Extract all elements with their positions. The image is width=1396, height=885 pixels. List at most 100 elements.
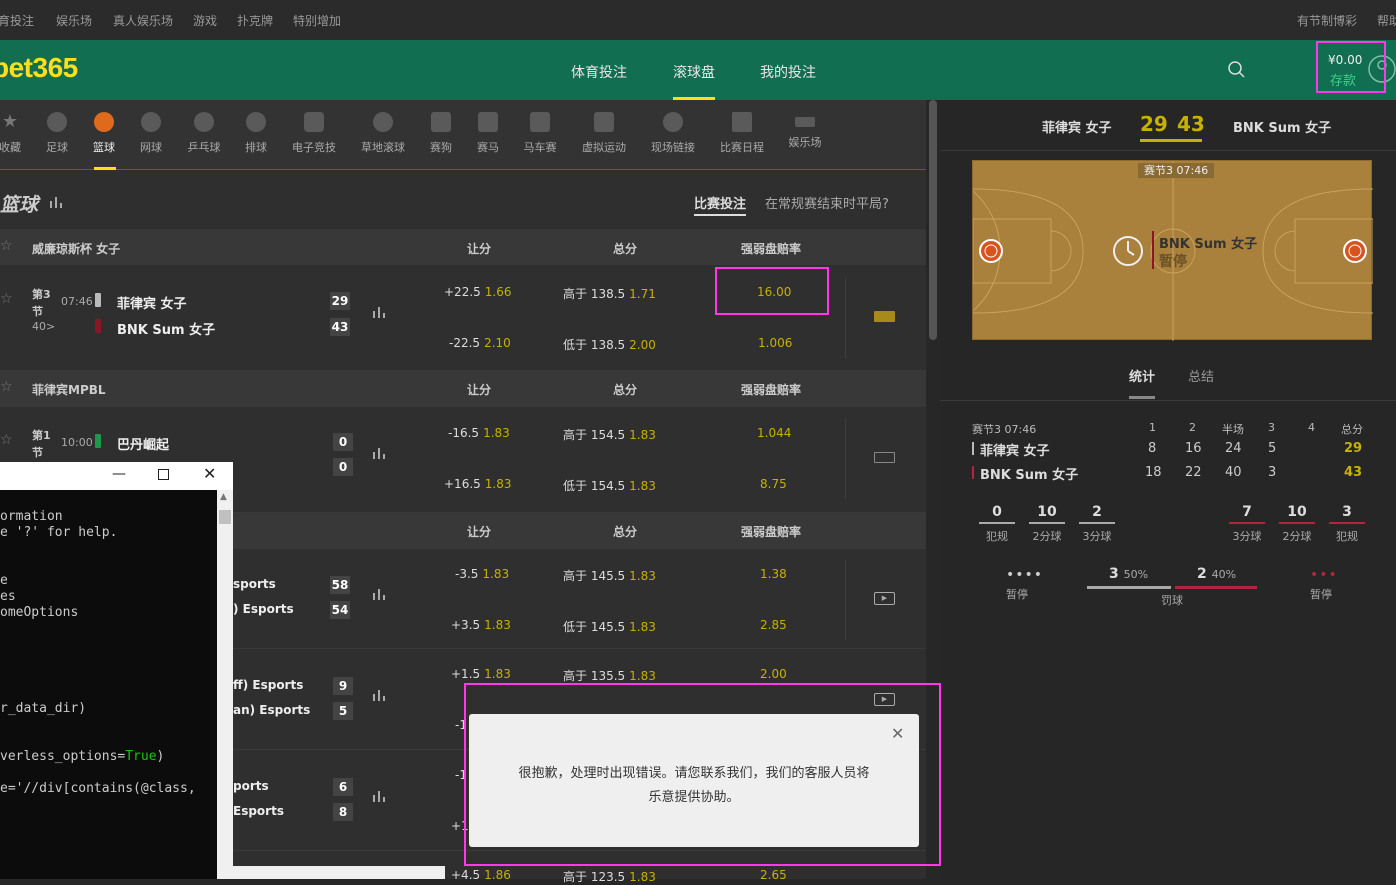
logo[interactable]: bet365 xyxy=(0,52,78,84)
tab-sports[interactable]: 体育投注 xyxy=(571,62,627,82)
play-icon[interactable]: ▶ xyxy=(874,592,895,605)
close-icon[interactable]: ✕ xyxy=(203,464,216,483)
market-count[interactable]: 40> xyxy=(32,320,55,333)
odds-cell[interactable]: 1.38 xyxy=(760,567,787,581)
odds-cell[interactable]: 低于 138.5 2.00 xyxy=(563,336,656,353)
star-icon[interactable]: ☆ xyxy=(0,379,13,395)
play-icon xyxy=(663,112,683,132)
odds-cell[interactable]: -22.5 2.10 xyxy=(449,336,511,350)
star-icon[interactable]: ☆ xyxy=(0,238,13,254)
timeout-clock-icon xyxy=(1113,236,1143,266)
odds-cell[interactable]: -3.5 1.83 xyxy=(455,567,509,581)
tab-in-play[interactable]: 滚球盘 xyxy=(673,62,715,82)
terminal-titlebar[interactable]: — ✕ xyxy=(0,462,233,490)
col-total: 总分 xyxy=(613,242,638,256)
terminal-line: e '?' for help. xyxy=(0,525,118,540)
match-clock: 10:00 xyxy=(61,436,93,449)
topbar-link-sports[interactable]: 育投注 xyxy=(0,12,34,29)
live-court-icon[interactable] xyxy=(874,452,895,463)
scroll-up-icon[interactable]: ▲ xyxy=(220,492,227,502)
terminal-line: r_data_dir) xyxy=(0,701,87,716)
stats-icon[interactable] xyxy=(49,195,63,209)
tab-my-bets[interactable]: 我的投注 xyxy=(760,62,816,82)
highlight-dialog xyxy=(464,683,941,866)
team-score: 8 xyxy=(333,803,353,821)
stat-block: 10 2分球 xyxy=(1029,504,1065,544)
odds-cell[interactable]: 2.00 xyxy=(760,667,787,681)
col-total: 总分 xyxy=(613,383,638,397)
stats-icon[interactable] xyxy=(372,446,386,460)
stat-block: 2 3分球 xyxy=(1079,504,1115,544)
team-name: BNK Sum 女子 xyxy=(117,323,216,338)
terminal-window[interactable]: — ✕ ▲ ormation e '?' for help. e es omeO… xyxy=(0,462,233,879)
tab-summary[interactable]: 总结 xyxy=(1188,366,1214,385)
league-name[interactable]: 菲律宾MPBL xyxy=(32,381,106,398)
odds-cell[interactable]: 低于 145.5 1.83 xyxy=(563,618,656,635)
odds-cell[interactable]: 低于 154.5 1.83 xyxy=(563,477,656,494)
odds-cell[interactable]: 高于 123.5 1.83 xyxy=(563,868,656,885)
topbar-link-casino[interactable]: 娱乐场 xyxy=(56,12,92,29)
topbar-link-extras[interactable]: 特别增加 xyxy=(293,12,341,29)
stats-icon[interactable] xyxy=(372,688,386,702)
team-name: ) Esports xyxy=(233,602,294,616)
search-icon[interactable] xyxy=(1227,60,1247,80)
tab-draw-regular-time[interactable]: 在常规赛结束时平局? xyxy=(765,193,889,212)
jersey-icon xyxy=(95,293,101,307)
stats-icon[interactable] xyxy=(372,587,386,601)
terminal-scrollbar[interactable]: ▲ xyxy=(217,490,233,879)
terminal-line: e='//div[contains(@class, xyxy=(0,781,196,796)
odds-cell[interactable]: -16.5 1.83 xyxy=(448,426,510,440)
minimize-icon[interactable]: — xyxy=(112,466,126,482)
odds-cell[interactable]: 高于 135.5 1.83 xyxy=(563,667,656,684)
col-moneyline: 强弱盘赔率 xyxy=(741,242,802,256)
odds-cell[interactable]: 8.75 xyxy=(760,477,787,491)
stats-icon[interactable] xyxy=(372,789,386,803)
odds-cell[interactable]: 2.85 xyxy=(760,618,787,632)
stats-icon[interactable] xyxy=(372,305,386,319)
topbar-link-responsible[interactable]: 有节制博彩 xyxy=(1297,12,1357,29)
odds-cell[interactable]: 1.044 xyxy=(757,426,791,440)
free-throw-right: 2 40% xyxy=(1197,566,1237,582)
period-score: 16 xyxy=(1185,441,1202,456)
terminal-line: omeOptions xyxy=(0,605,79,620)
col-header: 3 xyxy=(1268,421,1275,434)
topbar-link-games[interactable]: 游戏 xyxy=(193,12,217,29)
topbar-link-live-casino[interactable]: 真人娱乐场 xyxy=(113,12,173,29)
odds-cell[interactable]: +1.5 1.83 xyxy=(451,667,511,681)
col-spread: 让分 xyxy=(467,242,492,256)
odds-cell[interactable]: 高于 138.5 1.71 xyxy=(563,285,656,302)
sport-casino[interactable]: 娱乐场 xyxy=(770,112,840,150)
sport-harness[interactable]: 马车赛 xyxy=(505,112,575,155)
maximize-icon[interactable] xyxy=(158,469,169,480)
sport-live-streaming[interactable]: 现场链接 xyxy=(638,112,708,155)
odds-cell[interactable]: +22.5 1.66 xyxy=(444,285,512,299)
odds-cell[interactable]: +3.5 1.83 xyxy=(451,618,511,632)
team-name: BNK Sum 女子 xyxy=(1233,121,1332,136)
star-icon[interactable]: ☆ xyxy=(0,432,13,448)
terminal-line: verless_options=True) xyxy=(0,749,165,764)
topbar-link-poker[interactable]: 扑克牌 xyxy=(237,12,273,29)
sport-virtual[interactable]: 虚拟运动 xyxy=(569,112,639,155)
calendar-icon xyxy=(732,112,752,132)
odds-cell[interactable]: 高于 145.5 1.83 xyxy=(563,567,656,584)
odds-cell[interactable]: 高于 154.5 1.83 xyxy=(563,426,656,443)
odds-cell[interactable]: +4.5 1.86 xyxy=(451,868,511,882)
scrollbar[interactable] xyxy=(929,100,937,340)
match-period-unit: 节 xyxy=(32,446,43,459)
tab-match-betting[interactable]: 比赛投注 xyxy=(694,193,747,216)
total-score: 29 xyxy=(1344,441,1363,456)
team-name: 菲律宾 女子 xyxy=(980,444,1050,459)
league-name[interactable]: 威廉琼斯杯 女子 xyxy=(32,240,120,257)
tab-active-indicator xyxy=(1129,396,1155,399)
odds-cell[interactable]: +16.5 1.83 xyxy=(444,477,512,491)
topbar-link-help[interactable]: 帮助 xyxy=(1377,12,1396,29)
sport-schedule[interactable]: 比赛日程 xyxy=(707,112,777,155)
sport-esports[interactable]: 电子竞技 xyxy=(279,112,349,155)
odds-cell[interactable]: 1.006 xyxy=(758,336,792,350)
live-court-icon[interactable] xyxy=(874,311,895,322)
total-score: 43 xyxy=(1344,465,1363,480)
star-icon[interactable]: ☆ xyxy=(0,291,13,307)
odds-cell[interactable]: 2.65 xyxy=(760,868,787,882)
scroll-thumb[interactable] xyxy=(219,510,231,524)
tab-stats[interactable]: 统计 xyxy=(1129,366,1155,385)
